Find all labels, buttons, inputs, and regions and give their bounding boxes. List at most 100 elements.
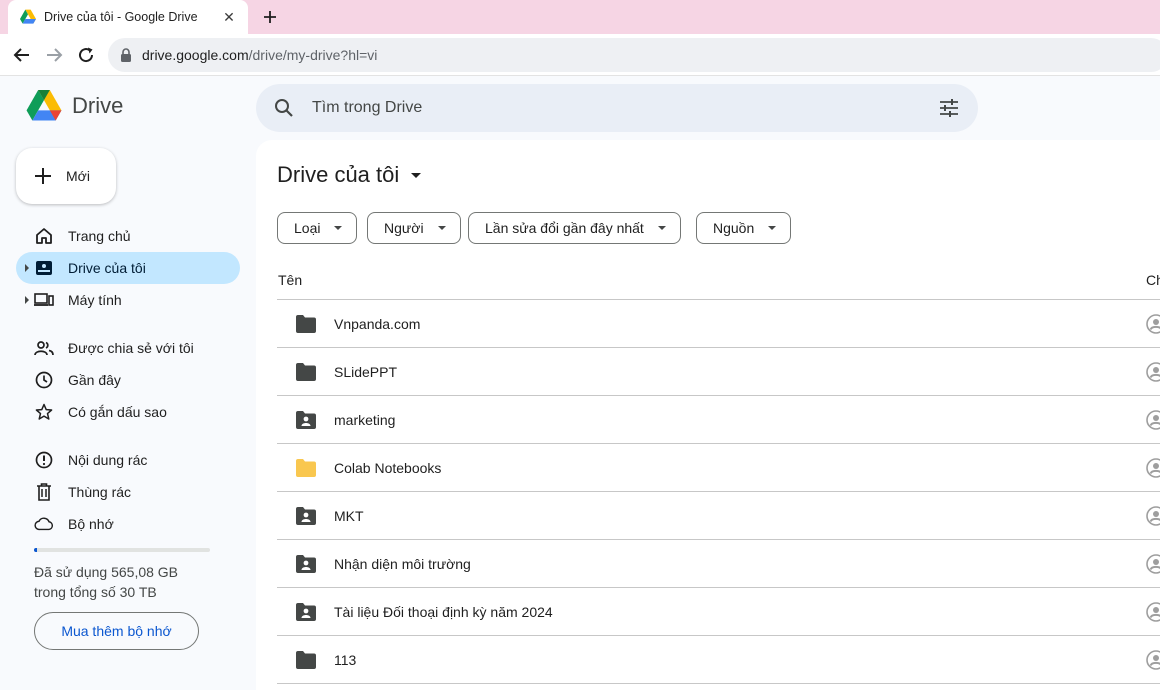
owner-avatar-icon [1146,506,1160,526]
file-name: 113 [334,652,357,668]
file-row[interactable]: SLidePPT [277,348,1160,396]
sidebar-item-shared-with-me[interactable]: Được chia sẻ với tôi [16,332,240,364]
browser-toolbar: drive.google.com/drive/my-drive?hl=vi [0,34,1160,76]
sidebar-item-recent[interactable]: Gần đây [16,364,240,396]
expand-caret-icon[interactable] [25,296,29,304]
storage-usage-bar [34,548,210,552]
owner-avatar-icon [1146,650,1160,670]
page-title-text: Drive của tôi [277,162,400,187]
sidebar-item-label: Có gắn dấu sao [68,404,167,420]
spam-icon [34,450,54,470]
filter-chip-source[interactable]: Nguồn [696,212,792,244]
search-bar[interactable] [256,84,978,132]
storage-used: Đã sử dụng 565,08 GB [34,564,179,580]
sidebar-item-starred[interactable]: Có gắn dấu sao [16,396,240,428]
buy-storage-button[interactable]: Mua thêm bộ nhớ [34,612,199,650]
file-row[interactable]: Vnpanda.com [277,300,1160,348]
address-bar[interactable]: drive.google.com/drive/my-drive?hl=vi [108,38,1160,72]
plus-icon [35,168,51,184]
title-dropdown-icon [411,172,422,178]
search-options-icon[interactable] [938,98,960,118]
file-name: Tài liệu Đối thoại định kỳ năm 2024 [334,604,553,620]
file-name: Colab Notebooks [334,460,442,476]
file-row[interactable]: 113 [277,636,1160,684]
folder-icon [295,458,317,478]
file-name: marketing [334,412,396,428]
shared-folder-icon [295,602,317,622]
sidebar-item-label: Nội dung rác [68,452,148,468]
filter-chip-modified[interactable]: Lần sửa đổi gần đây nhất [468,212,681,244]
sidebar-item-storage[interactable]: Bộ nhớ [16,508,240,540]
expand-caret-icon[interactable] [25,264,29,272]
folder-icon [295,650,317,670]
forward-icon[interactable] [43,44,65,66]
storage-total: trong tổng số 30 TB [34,584,157,600]
sidebar-item-computers[interactable]: Máy tính [16,284,240,316]
reload-icon[interactable] [75,44,97,66]
sidebar-item-home[interactable]: Trang chủ [16,220,240,252]
file-row[interactable]: MKT [277,492,1160,540]
file-name: SLidePPT [334,364,398,380]
folder-icon [295,314,317,334]
storage-usage-fill [34,548,38,552]
drive-logo-icon [26,90,62,121]
owner-avatar-icon [1146,458,1160,478]
storage-usage-text: Đã sử dụng 565,08 GB trong tổng số 30 TB [34,562,178,602]
search-input[interactable] [312,99,938,117]
chevron-down-icon [437,226,446,230]
owner-avatar-icon [1146,314,1160,334]
owner-avatar-icon [1146,602,1160,622]
file-name: MKT [334,508,364,524]
browser-tab[interactable]: Drive của tôi - Google Drive ✕ [8,0,248,34]
sidebar-item-label: Được chia sẻ với tôi [68,340,194,356]
page-title[interactable]: Drive của tôi [277,162,422,188]
search-icon[interactable] [274,98,294,118]
close-tab-icon[interactable]: ✕ [220,8,238,26]
clock-icon [34,370,54,390]
sidebar-item-label: Máy tính [68,292,122,308]
file-row[interactable]: Colab Notebooks [277,444,1160,492]
browser-tab-strip: Drive của tôi - Google Drive ✕ [0,0,1160,34]
new-tab-icon[interactable] [258,6,282,28]
column-name[interactable]: Tên [278,272,302,288]
file-row[interactable]: Tài liệu Đối thoại định kỳ năm 2024 [277,588,1160,636]
sidebar-item-label: Bộ nhớ [68,516,114,532]
trash-icon [34,482,54,502]
sidebar-item-trash[interactable]: Thùng rác [16,476,240,508]
column-owner[interactable]: Ch [1146,272,1160,288]
filter-chip-label: Người [384,220,424,236]
filter-chip-label: Lần sửa đổi gần đây nhất [485,220,644,236]
sidebar-item-label: Gần đây [68,372,121,388]
shared-folder-icon [295,554,317,574]
sidebar-item-spam[interactable]: Nội dung rác [16,444,240,476]
file-list-header: Tên Ch [277,262,1160,300]
url-text: drive.google.com/drive/my-drive?hl=vi [142,47,377,63]
file-row[interactable]: marketing [277,396,1160,444]
drive-logo[interactable]: Drive [26,90,123,122]
shared-folder-icon [295,506,317,526]
new-button[interactable]: Mới [16,148,116,204]
site-info-icon[interactable] [120,48,132,62]
filter-chip-type[interactable]: Loại [277,212,358,244]
sidebar-item-label: Drive của tôi [68,260,146,276]
chevron-down-icon [657,226,666,230]
main-panel: Drive của tôi Loại Người Lần sửa đổi gần… [256,140,1160,690]
file-name: Vnpanda.com [334,316,421,332]
tab-title: Drive của tôi - Google Drive [44,10,198,24]
drive-favicon-icon [20,9,36,24]
url-path: /drive/my-drive?hl=vi [248,47,378,63]
owner-avatar-icon [1146,362,1160,382]
shared-folder-icon [295,410,317,430]
my-drive-icon [34,258,54,278]
file-row[interactable]: Nhận diện môi trường [277,540,1160,588]
star-icon [34,402,54,422]
sidebar-item-my-drive[interactable]: Drive của tôi [16,252,240,284]
filter-chip-people[interactable]: Người [367,212,461,244]
sidebar-item-label: Trang chủ [68,228,131,244]
file-name: Nhận diện môi trường [334,556,471,572]
cloud-icon [34,514,54,534]
back-icon[interactable] [11,44,33,66]
home-icon [34,226,54,246]
brand-name: Drive [72,93,124,118]
filter-chip-label: Loại [294,220,321,236]
